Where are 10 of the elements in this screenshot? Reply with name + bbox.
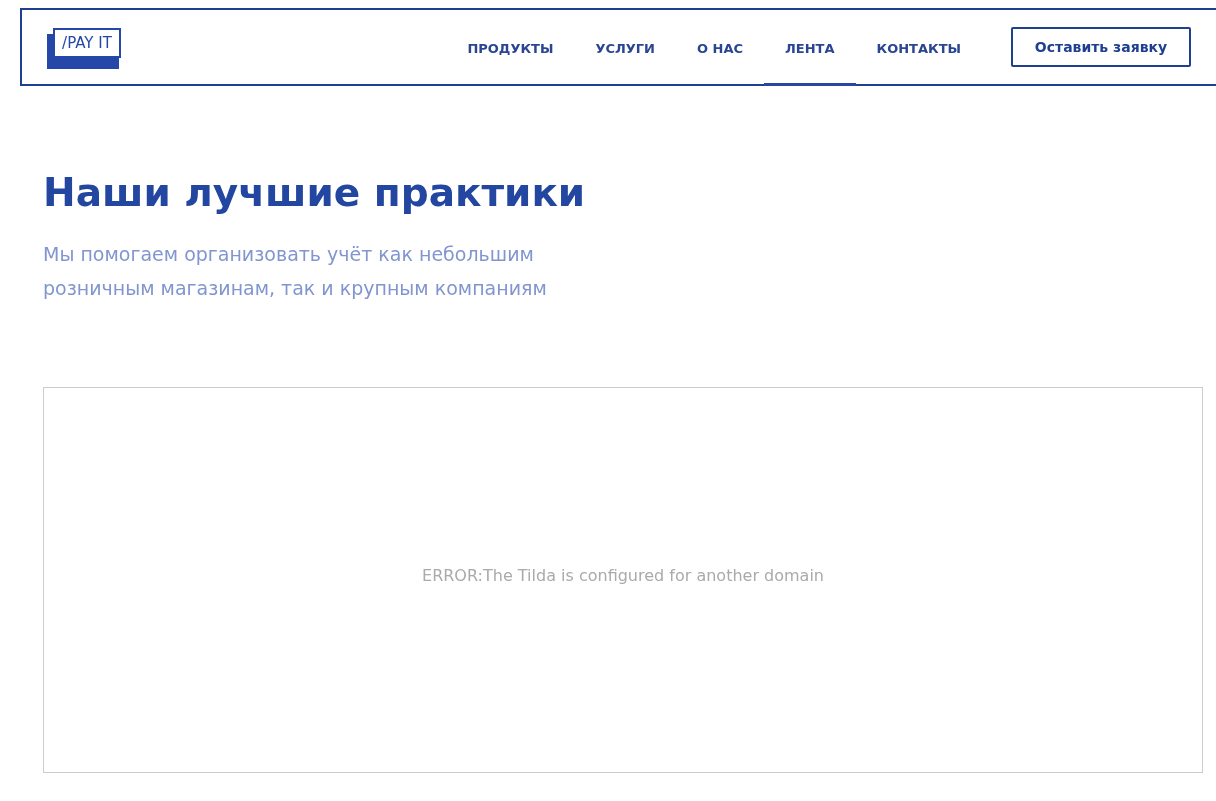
error-message: ERROR:The Tilda is configured for another domain: [422, 565, 824, 585]
nav-link[interactable]: ЛЕНТА: [764, 10, 856, 86]
request-button[interactable]: Оставить заявку: [1011, 27, 1191, 67]
page-title: Наши лучшие практики: [43, 170, 587, 215]
logo[interactable]: /PAY IT: [53, 28, 121, 58]
page-subtitle: Мы помогаем организовать учёт как небольшим розничным магазинам, так и крупным компаниям: [43, 242, 548, 301]
nav-link[interactable]: КОНТАКТЫ: [855, 10, 982, 86]
nav-link[interactable]: ПРОДУКТЫ: [446, 10, 575, 86]
nav-link[interactable]: УСЛУГИ: [574, 10, 676, 86]
nav-link[interactable]: О НАС: [676, 10, 765, 86]
